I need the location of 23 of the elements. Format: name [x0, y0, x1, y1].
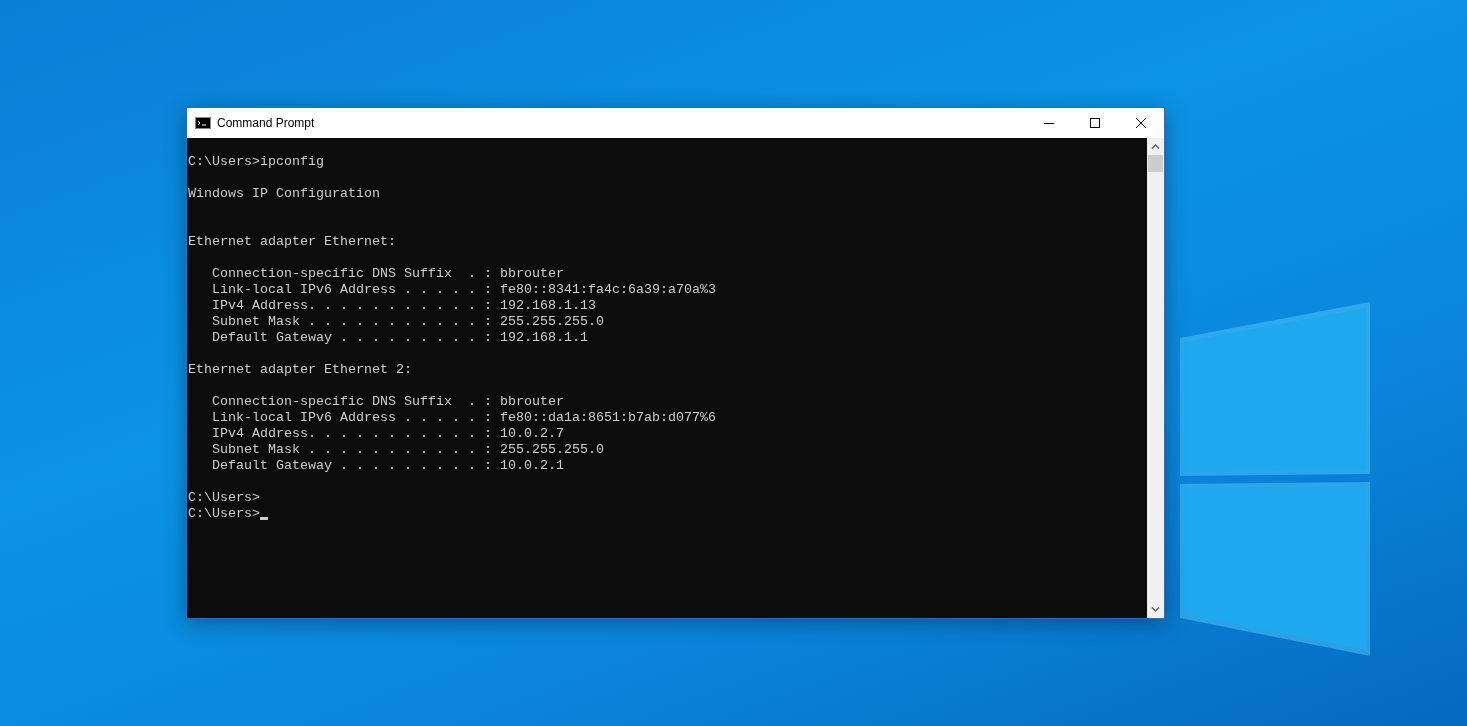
command-line: C:\Users>ipconfig	[188, 154, 324, 169]
adapter-heading: Ethernet adapter Ethernet:	[188, 234, 396, 249]
output-line: Default Gateway . . . . . . . . . : 10.0.2.1	[212, 458, 564, 473]
output-line: Default Gateway . . . . . . . . . : 192.168.1.1	[212, 330, 588, 345]
output-line: Connection-specific DNS Suffix . : bbrouter	[212, 266, 564, 281]
output-line: IPv4 Address. . . . . . . . . . . : 10.0.2.7	[212, 426, 564, 441]
scrollbar-thumb[interactable]	[1148, 155, 1163, 172]
prompt-line: C:\Users>	[188, 490, 260, 505]
maximize-icon	[1090, 118, 1100, 128]
minimize-icon	[1044, 122, 1054, 124]
output-line: Subnet Mask . . . . . . . . . . . : 255.255.255.0	[212, 442, 604, 457]
prompt-line: C:\Users>	[188, 506, 260, 521]
adapter-heading: Ethernet adapter Ethernet 2:	[188, 362, 412, 377]
window-title: Command Prompt	[217, 115, 315, 132]
output-line: Link-local IPv6 Address . . . . . : fe80::8341:fa4c:6a39:a70a%3	[212, 282, 716, 297]
output-line: Link-local IPv6 Address . . . . . : fe80::da1a:8651:b7ab:d077%6	[212, 410, 716, 425]
close-icon	[1136, 118, 1146, 128]
output-line: Connection-specific DNS Suffix . : bbrouter	[212, 394, 564, 409]
output-line: Subnet Mask . . . . . . . . . . . : 255.255.255.0	[212, 314, 604, 329]
scrollbar[interactable]	[1147, 138, 1164, 618]
console-app-icon	[195, 117, 211, 129]
output-heading: Windows IP Configuration	[188, 186, 380, 201]
output-line: IPv4 Address. . . . . . . . . . . : 192.168.1.13	[212, 298, 596, 313]
